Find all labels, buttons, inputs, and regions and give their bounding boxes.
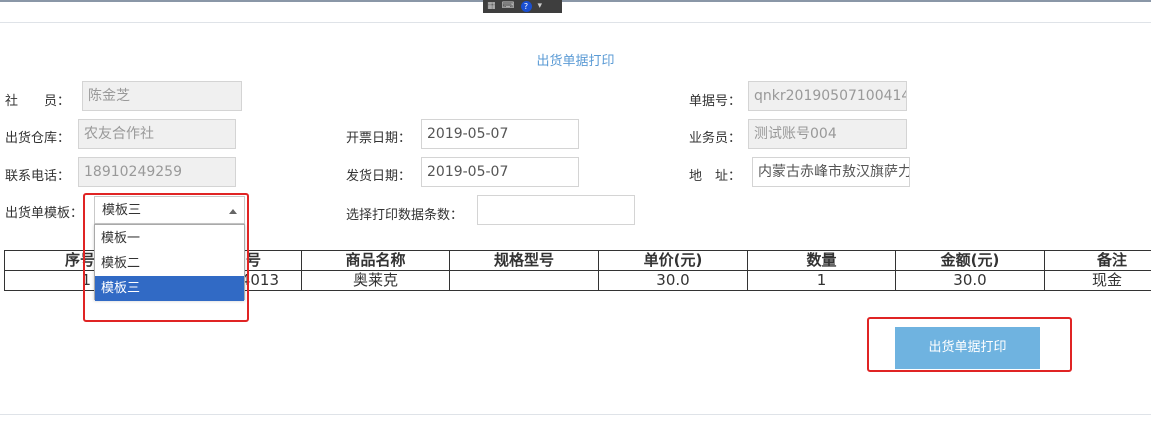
salesman-label: 业务员： [689, 131, 742, 146]
doc-no-label: 单据号： [689, 94, 742, 109]
table-cell: 1 [747, 270, 896, 291]
print-count-input[interactable] [477, 195, 635, 225]
column-header: 数量 [747, 250, 896, 271]
address-field: 内蒙古赤峰市敖汉旗萨力 [752, 157, 910, 187]
ship-date-input[interactable]: 2019-05-07 [421, 157, 579, 187]
print-count-label: 选择打印数据条数： [346, 208, 464, 223]
help-icon[interactable]: ? [520, 1, 532, 12]
grid-icon[interactable]: ▦ [487, 2, 496, 11]
invoice-date-input[interactable]: 2019-05-07 [421, 119, 579, 149]
invoice-date-label: 开票日期： [346, 131, 412, 146]
warehouse-label: 出货仓库： [5, 131, 71, 146]
keyboard-icon[interactable]: ⌨ [502, 2, 515, 11]
chevron-down-icon[interactable]: ▾ [538, 2, 543, 11]
page-title: 出货单据打印 [536, 54, 615, 69]
warehouse-field: 农友合作社 [78, 119, 236, 149]
footer-divider [0, 414, 1151, 415]
phone-field: 18910249259 [78, 157, 236, 187]
member-field: 陈金芝 [82, 81, 242, 111]
template-label: 出货单模板： [5, 206, 84, 221]
column-header: 商品名称 [301, 250, 450, 271]
top-border [0, 0, 1151, 2]
highlight-box-template [83, 193, 249, 322]
column-header: 规格型号 [449, 250, 599, 271]
salesman-field: 测试账号004 [748, 119, 907, 149]
address-label: 地 址： [689, 169, 742, 184]
ship-date-label: 发货日期： [346, 169, 412, 184]
table-cell: 30.0 [598, 270, 748, 291]
table-cell [449, 270, 599, 291]
highlight-box-print [867, 317, 1072, 372]
table-cell: 30.0 [895, 270, 1045, 291]
phone-label: 联系电话： [5, 169, 71, 184]
column-header: 备注 [1044, 250, 1151, 271]
table-cell: 现金 [1044, 270, 1151, 291]
doc-no-field: qnkr20190507100414 [748, 81, 907, 111]
column-header: 单价(元) [598, 250, 748, 271]
header-divider [0, 22, 1151, 23]
column-header: 金额(元) [895, 250, 1045, 271]
member-label: 社 员： [5, 94, 71, 109]
mini-toolbar: ▦ ⌨ ? ▾ [483, 0, 562, 13]
table-cell: 奥莱克 [301, 270, 450, 291]
